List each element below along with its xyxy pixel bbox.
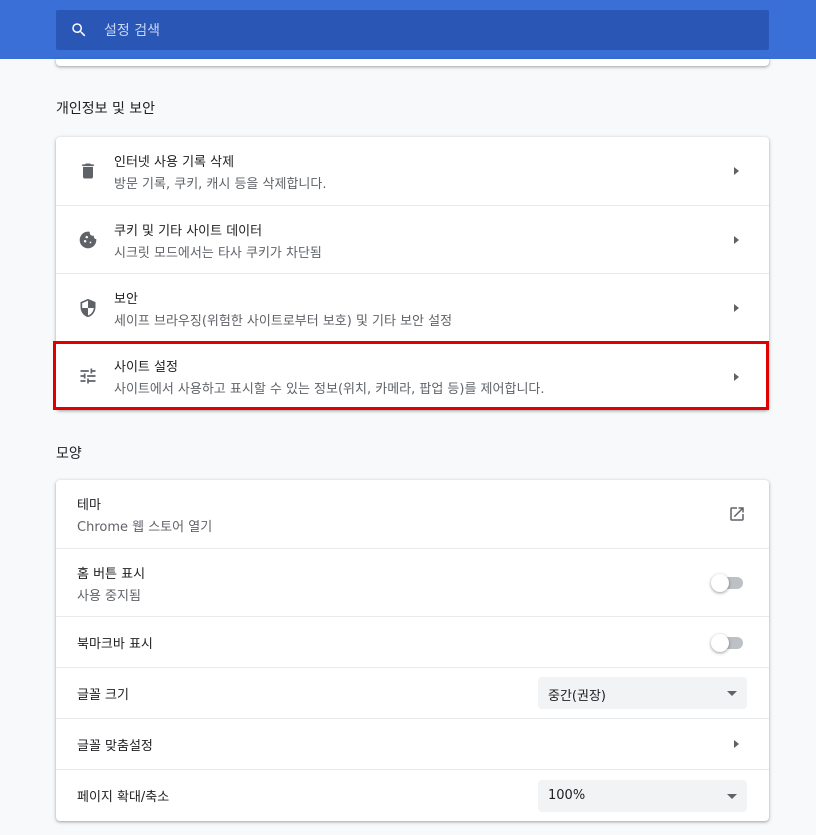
select-value: 100%: [548, 788, 586, 803]
search-icon: [72, 23, 86, 37]
row-subtitle: Chrome 웹 스토어 열기: [77, 520, 213, 535]
cookies-row[interactable]: 쿠키 및 기타 사이트 데이터 시크릿 모드에서는 타사 쿠키가 차단됨: [56, 205, 769, 273]
appearance-section-title: 모양: [56, 446, 82, 462]
trash-icon: [82, 163, 94, 179]
clear-browsing-data-row[interactable]: 인터넷 사용 기록 삭제 방문 기록, 쿠키, 캐시 등을 삭제합니다.: [56, 137, 769, 205]
home-button-toggle[interactable]: [711, 573, 745, 593]
row-subtitle: 세이프 브라우징(위험한 사이트로부터 보호) 및 기타 보안 설정: [114, 314, 453, 329]
highlight-box: [53, 341, 769, 410]
bookmarks-bar-row[interactable]: 북마크바 표시: [56, 616, 769, 667]
custom-fonts-row[interactable]: 글꼴 맞춤설정: [56, 718, 769, 769]
row-title: 홈 버튼 표시: [77, 567, 146, 582]
theme-row[interactable]: 테마 Chrome 웹 스토어 열기: [56, 480, 769, 548]
arrow-right-icon: [734, 304, 739, 312]
search-placeholder: 설정 검색: [104, 23, 160, 39]
row-subtitle: 사용 중지됨: [77, 589, 141, 604]
row-title: 글꼴 크기: [77, 688, 129, 703]
row-title: 북마크바 표시: [77, 637, 153, 652]
dropdown-arrow-icon: [727, 794, 737, 799]
arrow-right-icon: [734, 740, 739, 748]
bookmarks-bar-toggle[interactable]: [711, 633, 745, 653]
toggle-knob: [711, 634, 729, 652]
row-title: 쿠키 및 기타 사이트 데이터: [114, 224, 263, 239]
cookie-icon: [79, 231, 97, 249]
privacy-section-title: 개인정보 및 보안: [56, 101, 156, 117]
home-button-row[interactable]: 홈 버튼 표시 사용 중지됨: [56, 548, 769, 616]
row-title: 인터넷 사용 기록 삭제: [114, 155, 235, 170]
row-title: 보안: [114, 292, 138, 307]
font-size-select[interactable]: 중간(권장): [538, 677, 747, 709]
security-row[interactable]: 보안 세이프 브라우징(위험한 사이트로부터 보호) 및 기타 보안 설정: [56, 273, 769, 341]
appearance-card: 테마 Chrome 웹 스토어 열기 홈 버튼 표시 사용 중지됨 북마크바 표…: [56, 480, 769, 821]
row-title: 페이지 확대/축소: [77, 790, 170, 805]
previous-card-edge: [56, 59, 769, 66]
row-subtitle: 시크릿 모드에서는 타사 쿠키가 차단됨: [114, 246, 322, 261]
search-input[interactable]: 설정 검색: [56, 10, 769, 50]
row-title: 테마: [77, 498, 101, 513]
dropdown-arrow-icon: [727, 691, 737, 696]
row-title: 글꼴 맞춤설정: [77, 739, 153, 754]
page-zoom-row: 페이지 확대/축소 100%: [56, 769, 769, 821]
toggle-knob: [711, 574, 729, 592]
row-subtitle: 방문 기록, 쿠키, 캐시 등을 삭제합니다.: [114, 177, 327, 192]
select-value: 중간(권장): [548, 689, 606, 704]
top-toolbar: 설정 검색: [0, 0, 816, 59]
shield-icon: [80, 298, 96, 318]
arrow-right-icon: [734, 167, 739, 175]
font-size-row: 글꼴 크기 중간(권장): [56, 667, 769, 718]
open-in-new-icon[interactable]: [728, 505, 746, 523]
page-zoom-select[interactable]: 100%: [538, 780, 747, 812]
arrow-right-icon: [734, 236, 739, 244]
